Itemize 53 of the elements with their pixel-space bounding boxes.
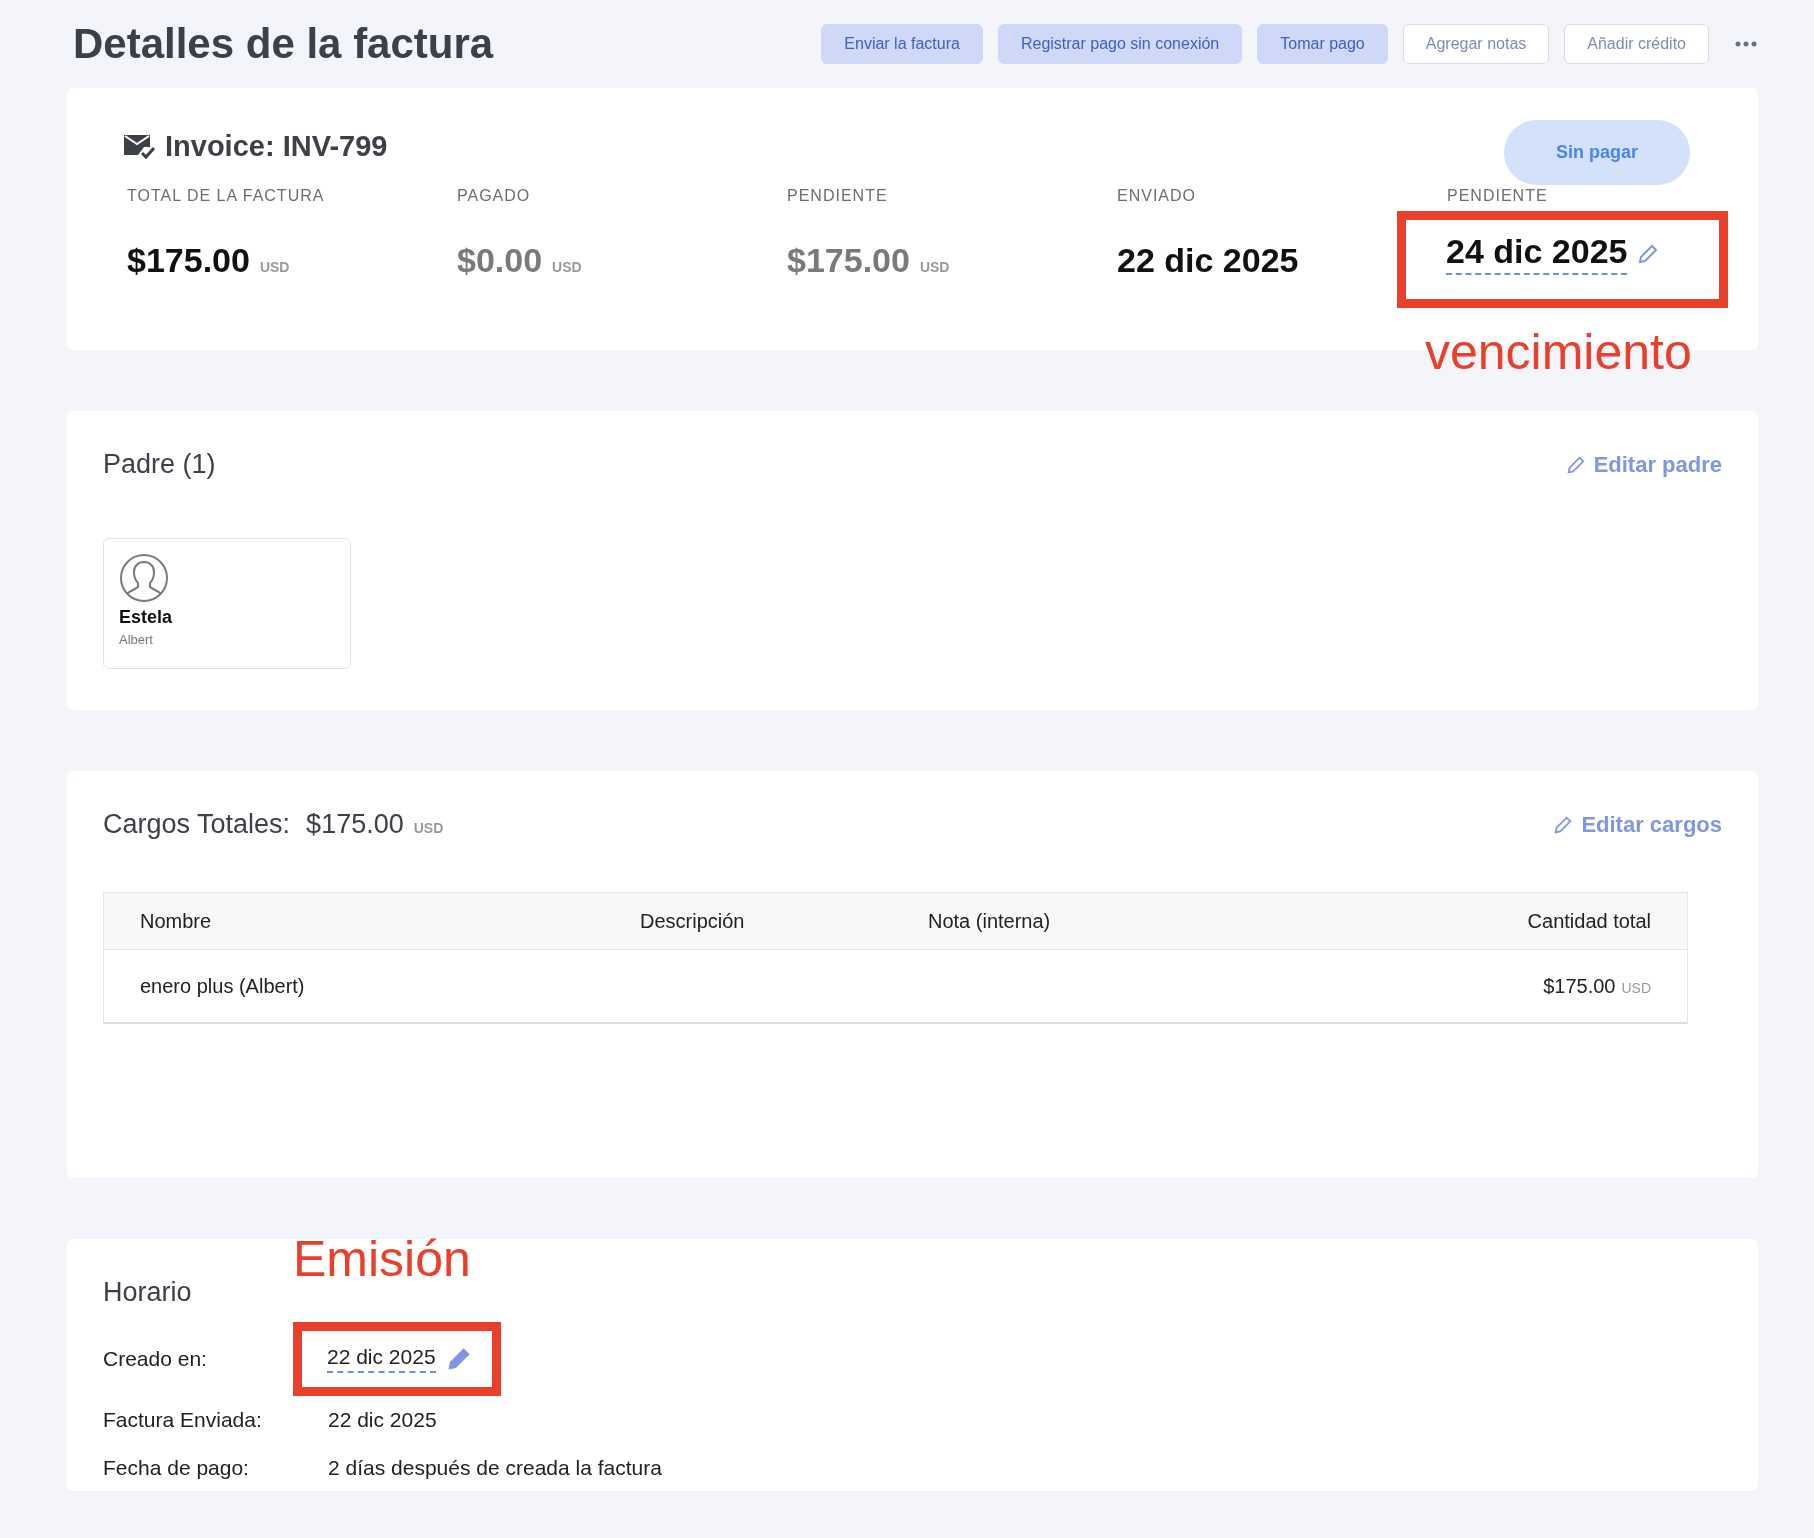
edit-parent-link[interactable]: Editar padre xyxy=(1565,451,1722,478)
created-date-link[interactable]: 22 dic 2025 xyxy=(327,1345,436,1373)
envelope-check-icon xyxy=(123,132,155,161)
person-first-name: Estela xyxy=(119,607,173,628)
field-label: Creado en: xyxy=(103,1347,208,1371)
currency-label: USD xyxy=(259,259,290,275)
action-button[interactable]: Enviar la factura xyxy=(821,24,983,64)
stat-amount: $175.00 xyxy=(127,241,250,280)
stat-label: ENVIADO xyxy=(1117,187,1197,205)
annotation-label: Emisión xyxy=(293,1230,471,1288)
action-button[interactable]: Tomar pago xyxy=(1257,24,1388,64)
pencil-icon xyxy=(1565,454,1586,475)
section-title: Cargos Totales: xyxy=(103,809,291,840)
column-header: Descripción xyxy=(640,909,746,933)
currency-label: USD xyxy=(1621,979,1651,996)
stat-label: TOTAL DE LA FACTURA xyxy=(127,187,326,205)
currency-label: USD xyxy=(919,259,950,275)
stat-amount: $175.00 xyxy=(787,241,910,280)
stat-amount: $0.00 xyxy=(457,241,543,280)
action-button[interactable]: Agregar notas xyxy=(1402,24,1550,64)
stat-label: PENDIENTE xyxy=(787,187,889,205)
currency-label: USD xyxy=(552,259,582,275)
action-button[interactable]: Registrar pago sin conexión xyxy=(997,24,1243,64)
field-value: 22 dic 2025 xyxy=(328,1408,437,1431)
due-date-link[interactable]: 24 dic 2025 xyxy=(1446,232,1628,275)
avatar-icon xyxy=(119,553,169,603)
pencil-icon[interactable] xyxy=(1637,242,1660,265)
field-label: Factura Enviada: xyxy=(103,1408,263,1432)
column-header: Nombre xyxy=(140,909,213,933)
more-icon[interactable] xyxy=(1734,40,1758,48)
status-pill: Sin pagar xyxy=(1503,120,1690,185)
stat-label: PAGADO xyxy=(457,187,532,205)
person-card[interactable]: Estela Albert xyxy=(103,538,351,669)
currency-label: USD xyxy=(413,820,444,836)
stat-date: 22 dic 2025 xyxy=(1117,241,1299,280)
annotation-label: vencimiento xyxy=(1425,323,1692,381)
charges-total: $175.00 xyxy=(306,809,404,840)
action-button[interactable]: Añadir crédito xyxy=(1564,24,1709,64)
table-cell-text: enero plus (Albert) xyxy=(140,974,306,998)
pencil-icon[interactable] xyxy=(445,1346,472,1372)
table-cell: $175.00 xyxy=(1543,974,1616,998)
edit-charges-link[interactable]: Editar cargos xyxy=(1553,811,1722,838)
column-header: Cantidad total xyxy=(1526,909,1651,933)
field-value: 2 días después de creada la factura xyxy=(328,1456,662,1479)
column-header: Nota (interna) xyxy=(928,909,1052,933)
section-title: Padre (1) xyxy=(103,449,216,480)
section-title: Horario xyxy=(103,1277,192,1307)
person-last-name: Albert xyxy=(119,632,153,647)
page-title: Detalles de la factura xyxy=(73,20,494,68)
field-label: Fecha de pago: xyxy=(103,1456,250,1480)
stat-label: PENDIENTE xyxy=(1447,187,1549,205)
invoice-title: Invoice: INV-799 xyxy=(165,130,388,163)
pencil-icon xyxy=(1553,814,1574,835)
